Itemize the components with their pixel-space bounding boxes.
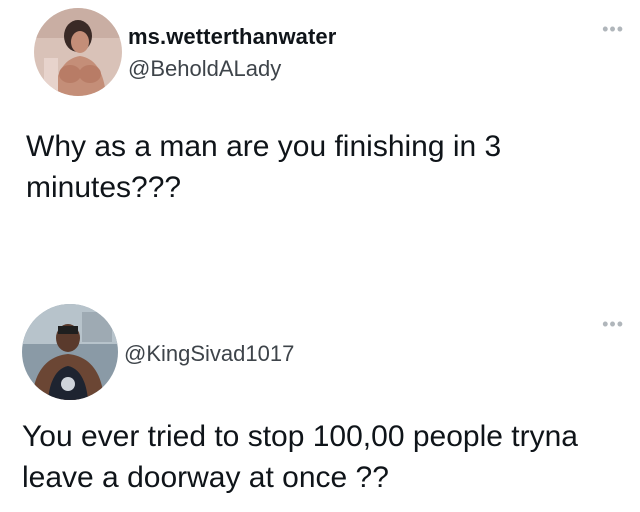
- tweet-card: ms.wetterthanwater @BeholdALady ••• Why …: [0, 0, 640, 290]
- profile-photo-icon: [34, 8, 122, 96]
- tweet-text: You ever tried to stop 100,00 people try…: [22, 420, 578, 494]
- profile-photo-icon: [22, 304, 118, 400]
- more-options-icon[interactable]: •••: [602, 20, 624, 38]
- tweet-text: Why as a man are you finishing in 3 minu…: [26, 130, 502, 204]
- avatar[interactable]: [34, 8, 122, 96]
- display-name[interactable]: ms.wetterthanwater: [128, 24, 336, 50]
- more-options-icon[interactable]: •••: [602, 315, 624, 333]
- user-handle[interactable]: @KingSivad1017: [124, 341, 294, 367]
- user-handle[interactable]: @BeholdALady: [128, 56, 281, 82]
- avatar[interactable]: [22, 304, 118, 400]
- tweet-card: @KingSivad1017 ••• You ever tried to sto…: [0, 290, 640, 512]
